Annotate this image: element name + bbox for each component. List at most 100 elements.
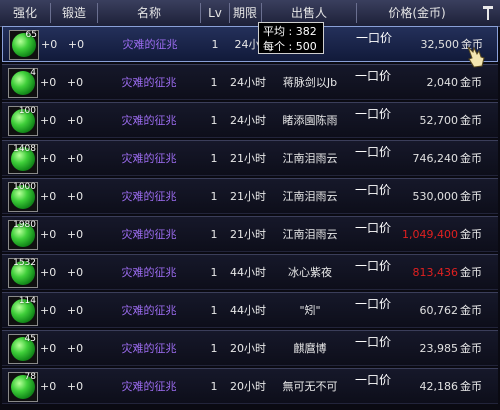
item-slot[interactable]: 4 <box>8 68 38 98</box>
forge-value: +0 <box>66 114 84 127</box>
auction-row[interactable]: 114 +0 +0 灾难的征兆 1 44小时 "矧" 一口价 60,762 金币 <box>2 292 498 328</box>
auction-row[interactable]: 1000 +0 +0 灾难的征兆 1 21小时 江南泪雨云 一口价 530,000 金币 <box>2 178 498 214</box>
currency-label: 金币 <box>460 304 482 317</box>
item-name[interactable]: 灾难的征兆 <box>98 217 200 253</box>
enhance-value: +0 <box>40 228 57 241</box>
enhance-value: +0 <box>40 266 57 279</box>
auction-row[interactable]: 100 +0 +0 灾难的征兆 1 24小时 睹添園陈雨 一口价 52,700 金币 <box>2 102 498 138</box>
item-name[interactable]: 灾难的征兆 <box>98 103 200 139</box>
header-name[interactable]: 名称 <box>98 0 200 26</box>
price-value: 42,186 <box>419 380 459 393</box>
item-name[interactable]: 灾难的征兆 <box>98 65 200 101</box>
item-slot[interactable]: 1408 <box>8 144 38 174</box>
item-name[interactable]: 灾难的征兆 <box>98 369 200 405</box>
currency-label: 金币 <box>460 342 482 355</box>
enhance-value: +0 <box>40 304 57 317</box>
seller-name: 蒋脉剑以Jb <box>282 76 338 89</box>
item-slot[interactable]: 1532 <box>8 258 38 288</box>
price-value: 2,040 <box>426 76 459 89</box>
seller-name: 江南泪雨云 <box>282 152 338 165</box>
forge-value: +0 <box>66 228 84 241</box>
auction-row[interactable]: 78 +0 +0 灾难的征兆 1 20小时 無可无不可 一口价 42,186 金币 <box>2 368 498 404</box>
remaining-period: 20小时 <box>230 342 266 355</box>
item-level: 1 <box>210 266 218 279</box>
item-slot[interactable]: 100 <box>8 106 38 136</box>
item-name[interactable]: 灾难的征兆 <box>98 141 200 177</box>
item-level: 1 <box>210 76 218 89</box>
stack-count: 4 <box>30 68 36 78</box>
currency-label: 金币 <box>460 152 482 165</box>
item-level: 1 <box>211 38 219 51</box>
item-name[interactable]: 灾难的征兆 <box>99 27 201 63</box>
forge-value: +0 <box>66 380 84 393</box>
auction-row[interactable]: 4 +0 +0 灾难的征兆 1 24小时 蒋脉剑以Jb 一口价 2,040 金币 <box>2 64 498 100</box>
item-name[interactable]: 灾难的征兆 <box>98 293 200 329</box>
price-value: 52,700 <box>419 114 459 127</box>
item-level: 1 <box>210 342 218 355</box>
header-forge[interactable]: 锻造 <box>51 0 97 26</box>
currency-label: 金币 <box>460 228 482 241</box>
auction-panel: 强化 锻造 名称 Lv 期限 出售人 价格(金币) 65 +0 +0 灾难的征兆 1 24… <box>0 0 500 410</box>
enhance-value: +0 <box>40 342 57 355</box>
stack-count: 78 <box>24 372 36 382</box>
stack-count: 1980 <box>13 220 36 230</box>
sort-pin-icon[interactable] <box>480 4 496 22</box>
hand-pointer-icon <box>467 46 485 68</box>
item-name[interactable]: 灾难的征兆 <box>98 331 200 367</box>
forge-value: +0 <box>66 342 84 355</box>
item-slot[interactable]: 1000 <box>8 182 38 212</box>
sale-type: 一口价 <box>354 107 391 121</box>
remaining-period: 24小时 <box>230 76 266 89</box>
auction-row[interactable]: 45 +0 +0 灾难的征兆 1 20小时 麒麿博 一口价 23,985 金币 <box>2 330 498 366</box>
item-slot[interactable]: 65 <box>9 30 39 60</box>
item-level: 1 <box>210 114 218 127</box>
auction-row[interactable]: 1532 +0 +0 灾难的征兆 1 44小时 冰心紫夜 一口价 813,436 金币 <box>2 254 498 290</box>
enhance-value: +0 <box>40 380 57 393</box>
item-slot[interactable]: 78 <box>8 372 38 402</box>
auction-row[interactable]: 1408 +0 +0 灾难的征兆 1 21小时 江南泪雨云 一口价 746,240 金币 <box>2 140 498 176</box>
item-level: 1 <box>210 190 218 203</box>
seller-name: 睹添園陈雨 <box>282 114 338 127</box>
stack-count: 1532 <box>13 258 36 268</box>
price-value: 23,985 <box>419 342 459 355</box>
enhance-value: +0 <box>40 76 57 89</box>
currency-label: 金币 <box>460 266 482 279</box>
currency-label: 金币 <box>460 380 482 393</box>
item-level: 1 <box>210 380 218 393</box>
header-enhance[interactable]: 强化 <box>0 0 50 26</box>
sale-type: 一口价 <box>354 183 391 197</box>
price-value: 1,049,400 <box>402 228 458 241</box>
remaining-period: 21小时 <box>230 228 266 241</box>
auction-row[interactable]: 65+0+0灾难的征兆124小子一口价32,500金币 <box>2 26 498 62</box>
price-value: 746,240 <box>412 152 459 165</box>
sale-type: 一口价 <box>354 373 391 387</box>
tooltip-average: 平均 : 382 <box>263 25 317 38</box>
sale-type: 一口价 <box>354 335 391 349</box>
remaining-period: 24小时 <box>230 114 266 127</box>
item-name[interactable]: 灾难的征兆 <box>98 255 200 291</box>
header-level[interactable]: Lv <box>201 0 229 26</box>
stack-count: 1408 <box>13 144 36 154</box>
remaining-period: 44小时 <box>230 266 266 279</box>
auction-row[interactable]: 1980 +0 +0 灾难的征兆 1 21小时 江南泪雨云 一口价 1,049,400 金币 <box>2 216 498 252</box>
forge-value: +0 <box>66 190 84 203</box>
stack-count: 65 <box>25 30 37 40</box>
forge-value: +0 <box>66 76 84 89</box>
item-slot[interactable]: 45 <box>8 334 38 364</box>
stack-count: 114 <box>18 296 36 306</box>
stack-count: 1000 <box>13 182 36 192</box>
item-slot[interactable]: 1980 <box>8 220 38 250</box>
sale-type: 一口价 <box>354 69 391 83</box>
price-value: 60,762 <box>419 304 459 317</box>
price-tooltip: 平均 : 382 每个 : 500 <box>258 22 324 54</box>
header-period[interactable]: 期限 <box>230 0 260 26</box>
item-slot[interactable]: 114 <box>8 296 38 326</box>
sale-type: 一口价 <box>354 221 391 235</box>
seller-name: 麒麿博 <box>293 342 327 355</box>
item-level: 1 <box>210 304 218 317</box>
remaining-period: 21小时 <box>230 190 266 203</box>
price-value: 530,000 <box>412 190 459 203</box>
remaining-period: 21小时 <box>230 152 266 165</box>
item-name[interactable]: 灾难的征兆 <box>98 179 200 215</box>
seller-name: 江南泪雨云 <box>282 228 338 241</box>
